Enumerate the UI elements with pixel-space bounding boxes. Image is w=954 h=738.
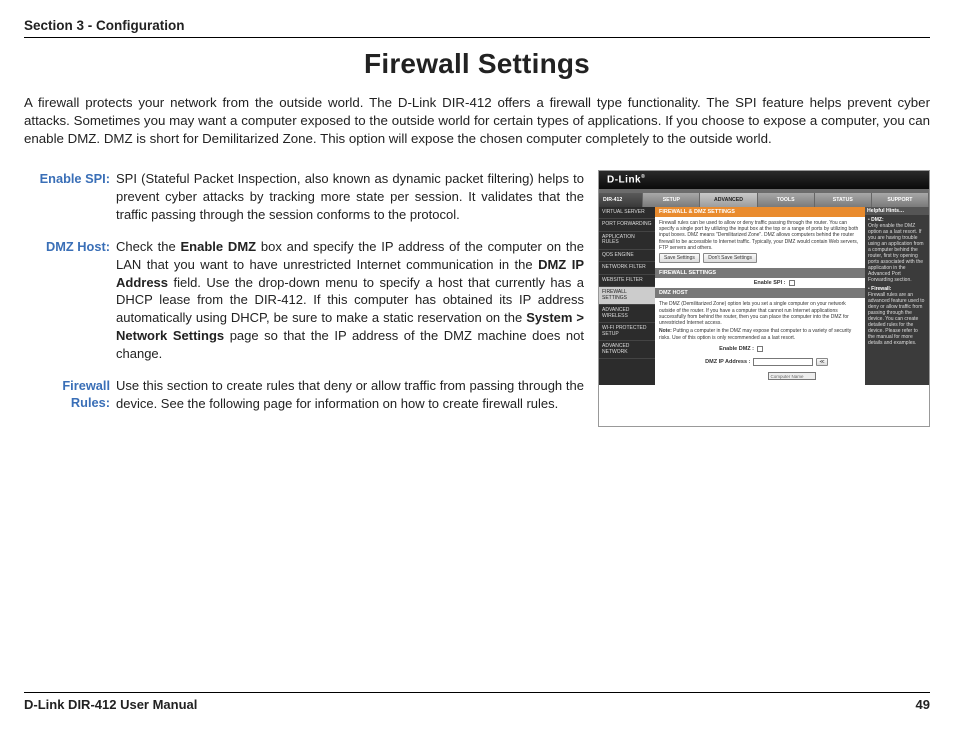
side-wifi-protected[interactable]: WI-FI PROTECTED SETUP xyxy=(599,323,655,341)
dont-save-button[interactable]: Don't Save Settings xyxy=(703,253,757,263)
side-firewall-settings[interactable]: FIREWALL SETTINGS xyxy=(599,287,655,305)
copy-ip-button[interactable]: ≪ xyxy=(816,358,827,366)
def-label-rules: Firewall Rules: xyxy=(24,377,116,413)
router-center: FIREWALL & DMZ SETTINGS Firewall rules c… xyxy=(655,207,865,385)
tab-status[interactable]: STATUS xyxy=(815,193,872,207)
panel1-text: Firewall rules can be used to allow or d… xyxy=(659,220,861,251)
label-dmz-ip: DMZ IP Address : xyxy=(690,359,750,365)
row-dmz-host-select: Computer Name xyxy=(655,370,865,385)
side-application-rules[interactable]: APPLICATION RULES xyxy=(599,232,655,250)
tab-support[interactable]: SUPPORT xyxy=(872,193,929,207)
def-body-spi: SPI (Stateful Packet Inspection, also kn… xyxy=(116,170,584,224)
side-network-filter[interactable]: NETWORK FILTER xyxy=(599,262,655,275)
note-label: Note: xyxy=(659,328,672,334)
def-label-spi: Enable SPI: xyxy=(24,170,116,224)
side-qos-engine[interactable]: QOS ENGINE xyxy=(599,250,655,263)
page-title: Firewall Settings xyxy=(24,48,930,80)
side-advanced-wireless[interactable]: ADVANCED WIRELESS xyxy=(599,305,655,323)
panel-head-firewall-dmz: FIREWALL & DMZ SETTINGS xyxy=(655,207,865,217)
dmz-b1: Enable DMZ xyxy=(181,239,257,254)
page-footer: D-Link DIR-412 User Manual 49 xyxy=(24,692,930,712)
side-advanced-network[interactable]: ADVANCED NETWORK xyxy=(599,341,655,359)
def-body-rules: Use this section to create rules that de… xyxy=(116,377,584,413)
checkbox-enable-spi[interactable] xyxy=(789,280,795,286)
router-hints: Helpful Hints… • DMZ:Only enable the DMZ… xyxy=(865,207,929,385)
input-dmz-ip[interactable] xyxy=(753,358,813,366)
intro-paragraph: A firewall protects your network from th… xyxy=(24,94,930,148)
router-sidebar: VIRTUAL SERVER PORT FORWARDING APPLICATI… xyxy=(599,207,655,385)
dmz-t1: Check the xyxy=(116,239,181,254)
def-body-dmz: Check the Enable DMZ box and specify the… xyxy=(116,238,584,364)
hints-title: Helpful Hints… xyxy=(865,207,929,215)
router-model-tab: DIR-412 xyxy=(599,193,643,207)
side-port-forwarding[interactable]: PORT FORWARDING xyxy=(599,219,655,232)
row-enable-dmz: Enable DMZ : xyxy=(655,344,865,354)
router-body: VIRTUAL SERVER PORT FORWARDING APPLICATI… xyxy=(599,207,929,385)
router-top-bar: D-Link® xyxy=(599,171,929,189)
hint-firewall: • Firewall:Firewall rules are an advance… xyxy=(868,286,926,346)
row-dmz-ip: DMZ IP Address : ≪ xyxy=(655,354,865,370)
dmz-t3: field. Use the drop-down menu to specify… xyxy=(116,275,584,326)
router-tabs: DIR-412 SETUP ADVANCED TOOLS STATUS SUPP… xyxy=(599,193,929,207)
tab-tools[interactable]: TOOLS xyxy=(758,193,815,207)
panel3-note: Note: Putting a computer in the DMZ may … xyxy=(659,328,861,341)
panel3-text: The DMZ (Demilitarized Zone) option lets… xyxy=(659,301,861,326)
panel-body-dmz-host: The DMZ (Demilitarized Zone) option lets… xyxy=(655,298,865,344)
label-enable-dmz: Enable DMZ : xyxy=(694,346,754,352)
section-label: Section 3 - Configuration xyxy=(24,18,930,33)
definitions-column: Enable SPI: SPI (Stateful Packet Inspect… xyxy=(24,170,584,427)
router-screenshot: D-Link® DIR-412 SETUP ADVANCED TOOLS STA… xyxy=(598,170,930,427)
footer-manual-name: D-Link DIR-412 User Manual xyxy=(24,697,197,712)
save-settings-button[interactable]: Save Settings xyxy=(659,253,700,263)
footer-page-number: 49 xyxy=(916,697,930,712)
tab-setup[interactable]: SETUP xyxy=(643,193,700,207)
row-enable-spi: Enable SPI : xyxy=(655,278,865,288)
panel-body-firewall-dmz: Firewall rules can be used to allow or d… xyxy=(655,217,865,269)
def-label-dmz: DMZ Host: xyxy=(24,238,116,364)
side-virtual-server[interactable]: VIRTUAL SERVER xyxy=(599,207,655,220)
panel-head-dmz-host: DMZ HOST xyxy=(655,288,865,298)
def-firewall-rules: Firewall Rules: Use this section to crea… xyxy=(24,377,584,413)
def-enable-spi: Enable SPI: SPI (Stateful Packet Inspect… xyxy=(24,170,584,224)
def-dmz-host: DMZ Host: Check the Enable DMZ box and s… xyxy=(24,238,584,364)
hint-dmz: • DMZ:Only enable the DMZ option as a la… xyxy=(868,217,926,283)
label-enable-spi: Enable SPI : xyxy=(726,280,786,286)
dlink-logo: D-Link® xyxy=(607,174,645,185)
select-computer-name[interactable]: Computer Name xyxy=(768,372,816,380)
main-content-row: Enable SPI: SPI (Stateful Packet Inspect… xyxy=(24,170,930,427)
side-website-filter[interactable]: WEBSITE FILTER xyxy=(599,275,655,288)
note-text: Putting a computer in the DMZ may expose… xyxy=(659,328,851,340)
tab-advanced[interactable]: ADVANCED xyxy=(700,193,757,207)
checkbox-enable-dmz[interactable] xyxy=(757,346,763,352)
panel-head-firewall-settings: FIREWALL SETTINGS xyxy=(655,268,865,278)
header-bar: Section 3 - Configuration xyxy=(24,18,930,38)
